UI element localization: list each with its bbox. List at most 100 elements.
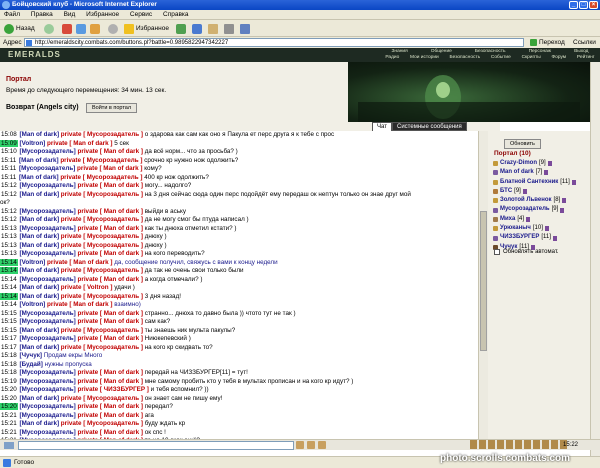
action-icon-2[interactable] — [479, 440, 486, 449]
private-recipient[interactable]: private [ Мусорозадатель ] — [61, 242, 143, 249]
player-name[interactable]: Золотой Львенок — [500, 196, 552, 205]
message-sender[interactable]: [Man of dark] — [19, 157, 59, 164]
message-sender[interactable]: [Man of dark] — [20, 233, 60, 240]
message-sender[interactable]: [Man of dark] — [20, 327, 60, 334]
action-icon-9[interactable] — [542, 440, 549, 449]
message-sender[interactable]: [Мусорозадатель] — [20, 250, 76, 257]
close-button[interactable]: × — [589, 1, 598, 9]
player-row[interactable]: Блатной Сантехник [11] — [493, 178, 590, 187]
private-recipient[interactable]: private [ Мусорозадатель ] — [61, 233, 143, 240]
player-name[interactable]: Man of dark — [500, 168, 534, 177]
message-sender[interactable]: [Мусорозадатель] — [20, 225, 76, 232]
player-row[interactable]: БТС [9] — [493, 187, 590, 196]
nav-my-stories[interactable]: Мои истории — [410, 55, 439, 61]
nav-scripts[interactable]: Скрипты — [522, 55, 541, 61]
private-recipient[interactable]: private [ Мусорозадатель ] — [61, 327, 143, 334]
message-sender[interactable]: [Мусорозадатель] — [20, 182, 76, 189]
favorites-button[interactable]: Избранное — [124, 23, 169, 34]
private-recipient[interactable]: private [ Man of dark ] — [47, 259, 112, 266]
send-icon[interactable] — [296, 441, 304, 449]
forward-button[interactable] — [44, 23, 54, 34]
private-recipient[interactable]: private [ Мусорозадатель ] — [60, 174, 142, 181]
private-recipient[interactable]: private [ Man of dark ] — [78, 276, 143, 283]
refresh-button[interactable]: Обновить — [504, 139, 541, 149]
menu-tools[interactable]: Сервис — [130, 11, 152, 18]
tab-chat[interactable]: Чат — [372, 122, 392, 131]
print-button[interactable] — [224, 23, 234, 34]
chat-scrollbar[interactable] — [478, 131, 488, 439]
tab-system-messages[interactable]: Системные сообщения — [392, 122, 467, 131]
enter-portal-button[interactable]: Войти в портал — [86, 103, 138, 113]
message-sender[interactable]: [Man of dark] — [20, 293, 60, 300]
private-recipient[interactable]: private [ Man of dark ] — [78, 208, 143, 215]
private-recipient[interactable]: private [ Man of dark ] — [78, 429, 143, 436]
menu-favorites[interactable]: Избранное — [86, 11, 119, 18]
private-recipient[interactable]: private [ Мусорозадатель ] — [61, 293, 143, 300]
private-recipient[interactable]: private [ Man of dark ] — [78, 225, 143, 232]
nav-radio[interactable]: Радио — [385, 55, 399, 61]
private-recipient[interactable]: private [ Man of dark ] — [78, 403, 143, 410]
info-icon[interactable] — [544, 170, 549, 176]
private-recipient[interactable]: private [ Man of dark ] — [78, 335, 143, 342]
info-icon[interactable] — [522, 189, 527, 195]
private-recipient[interactable]: private [ Man of dark ] — [78, 318, 143, 325]
player-name[interactable]: Урюканыч — [500, 224, 531, 233]
message-sender[interactable]: [Man of dark] — [20, 191, 60, 198]
message-sender[interactable]: [Man of dark] — [20, 284, 60, 291]
page-scrollbar[interactable] — [590, 62, 600, 456]
message-sender[interactable]: [Voltron] — [20, 259, 46, 266]
message-sender[interactable]: [Man of dark] — [19, 174, 59, 181]
private-recipient[interactable]: private [ Man of dark ] — [78, 369, 143, 376]
action-icon-8[interactable] — [533, 440, 540, 449]
mail-button[interactable] — [208, 23, 218, 34]
menu-file[interactable]: Файл — [4, 11, 20, 18]
info-icon[interactable] — [526, 216, 531, 222]
message-sender[interactable]: [Man of dark] — [20, 420, 60, 427]
player-name[interactable]: ЧИЗЗБУРГЕР — [500, 233, 539, 242]
message-sender[interactable]: [Man of dark] — [20, 242, 60, 249]
player-row[interactable]: Crazy-Dimon [9] — [493, 159, 590, 168]
message-sender[interactable]: [Мусорозадатель] — [20, 429, 76, 436]
message-sender[interactable]: [Voltron] — [20, 301, 46, 308]
action-icon-6[interactable] — [515, 440, 522, 449]
info-icon[interactable] — [562, 198, 567, 204]
maximize-button[interactable]: □ — [579, 1, 588, 9]
action-icon-7[interactable] — [524, 440, 531, 449]
private-recipient[interactable]: private [ Man of dark ] — [77, 165, 142, 172]
message-sender[interactable]: [Чучук] — [20, 352, 42, 359]
private-recipient[interactable]: private [ Man of dark ] — [78, 250, 143, 257]
private-recipient[interactable]: private [ Мусорозадатель ] — [60, 157, 142, 164]
message-sender[interactable]: [Мусорозадатель] — [20, 403, 76, 410]
private-recipient[interactable]: private [ Мусорозадатель ] — [61, 131, 143, 138]
chat-scroll-thumb[interactable] — [480, 211, 487, 351]
go-button[interactable]: Переход — [530, 37, 565, 48]
player-row[interactable]: Мусорозадатель [9] — [493, 205, 590, 214]
menu-edit[interactable]: Правка — [31, 11, 53, 18]
private-recipient[interactable]: private [ Man of dark ] — [78, 148, 143, 155]
message-sender[interactable]: [Мусорозадатель] — [20, 318, 76, 325]
private-recipient[interactable]: private [ Man of dark ] — [47, 301, 112, 308]
clear-icon[interactable] — [318, 441, 326, 449]
player-name[interactable]: Миха — [500, 215, 515, 224]
message-sender[interactable]: [Man of dark] — [20, 267, 60, 274]
message-sender[interactable]: [Будай] — [20, 361, 43, 368]
player-name[interactable]: Блатной Сантехник — [500, 178, 558, 187]
info-icon[interactable] — [552, 235, 557, 241]
message-sender[interactable]: [Voltron] — [20, 140, 46, 147]
history-button[interactable] — [192, 23, 202, 34]
message-sender[interactable]: [Man of dark] — [20, 344, 60, 351]
private-recipient[interactable]: private [ Man of dark ] — [78, 182, 143, 189]
info-icon[interactable] — [560, 207, 565, 213]
player-row[interactable]: Золотой Львенок [8] — [493, 196, 590, 205]
player-row[interactable]: Урюканыч [10] — [493, 224, 590, 233]
player-row[interactable]: Man of dark [7] — [493, 168, 590, 177]
player-name[interactable]: БТС — [500, 187, 512, 196]
search-toolbar-button[interactable] — [108, 23, 118, 34]
player-row[interactable]: Миха [4] — [493, 215, 590, 224]
info-icon[interactable] — [544, 226, 549, 232]
links-button[interactable]: Ссылки — [573, 37, 596, 48]
action-icon-3[interactable] — [488, 440, 495, 449]
private-recipient[interactable]: private [ Мусорозадатель ] — [61, 344, 143, 351]
player-row[interactable]: ЧИЗЗБУРГЕР [11] — [493, 233, 590, 242]
message-sender[interactable]: [Мусорозадатель] — [20, 148, 76, 155]
